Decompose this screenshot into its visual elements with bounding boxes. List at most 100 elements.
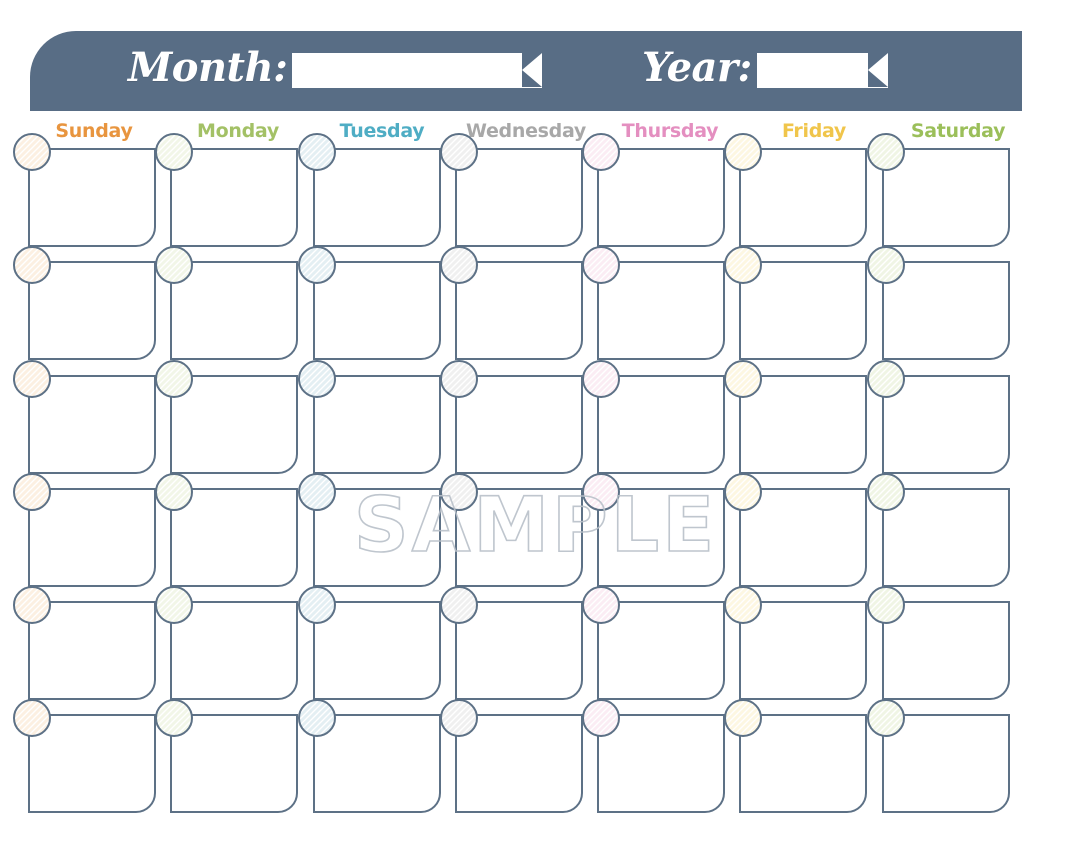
day-cell[interactable] [724, 133, 868, 247]
day-cell[interactable] [866, 699, 1010, 814]
day-number-circle[interactable] [155, 699, 194, 738]
day-cell[interactable] [582, 586, 726, 701]
day-cell[interactable] [297, 699, 441, 814]
calendar-week-row [13, 699, 1024, 820]
day-number-circle[interactable] [13, 586, 51, 625]
day-cell[interactable] [582, 472, 726, 587]
day-cell[interactable] [155, 246, 299, 361]
day-number-circle[interactable] [155, 472, 194, 511]
day-number-circle[interactable] [582, 133, 621, 171]
day-number-circle[interactable] [297, 246, 336, 285]
day-cell[interactable] [439, 246, 583, 361]
day-number-circle[interactable] [724, 246, 763, 285]
day-number-circle[interactable] [582, 359, 621, 398]
day-number-circle[interactable] [866, 586, 905, 625]
day-cell[interactable] [297, 246, 441, 361]
day-number-circle[interactable] [13, 246, 51, 285]
day-number-circle[interactable] [13, 472, 51, 511]
day-cell[interactable] [155, 359, 299, 474]
day-cell[interactable] [439, 359, 583, 474]
day-cell[interactable] [866, 586, 1010, 701]
day-cell[interactable] [582, 359, 726, 474]
day-number-circle[interactable] [439, 586, 478, 625]
day-cell[interactable] [297, 133, 441, 247]
day-cell[interactable] [297, 472, 441, 587]
day-number-label [15, 588, 49, 622]
day-number-circle[interactable] [724, 472, 763, 511]
month-field-group: Month: [128, 31, 543, 111]
day-cell[interactable] [724, 246, 868, 361]
day-number-circle[interactable] [297, 472, 336, 511]
day-number-circle[interactable] [866, 133, 905, 171]
day-cell[interactable] [439, 586, 583, 701]
day-number-circle[interactable] [582, 586, 621, 625]
day-cell[interactable] [297, 586, 441, 701]
day-cell[interactable] [155, 586, 299, 701]
day-cell[interactable] [724, 699, 868, 814]
day-cell[interactable] [13, 699, 156, 814]
day-number-circle[interactable] [155, 586, 194, 625]
day-number-circle[interactable] [724, 699, 763, 738]
day-number-label [869, 701, 903, 735]
day-cell[interactable] [439, 133, 583, 247]
day-number-circle[interactable] [439, 472, 478, 511]
day-number-label [157, 701, 191, 735]
day-number-circle[interactable] [724, 359, 763, 398]
day-cell[interactable] [866, 359, 1010, 474]
day-number-circle[interactable] [439, 359, 478, 398]
day-cell[interactable] [582, 699, 726, 814]
day-cell[interactable] [155, 472, 299, 587]
day-cell[interactable] [724, 586, 868, 701]
day-cell[interactable] [13, 472, 156, 587]
day-number-label [869, 475, 903, 509]
day-number-circle[interactable] [866, 359, 905, 398]
day-number-circle[interactable] [13, 699, 51, 738]
day-cell[interactable] [439, 472, 583, 587]
day-number-circle[interactable] [13, 133, 51, 171]
day-number-label [726, 135, 760, 169]
day-number-circle[interactable] [866, 699, 905, 738]
day-number-circle[interactable] [724, 586, 763, 625]
day-number-label [442, 588, 476, 622]
day-cell[interactable] [13, 133, 156, 247]
day-number-label [300, 362, 334, 396]
day-number-circle[interactable] [866, 246, 905, 285]
day-cell[interactable] [297, 359, 441, 474]
year-ribbon [756, 52, 888, 90]
day-number-circle[interactable] [155, 133, 194, 171]
day-number-label [300, 135, 334, 169]
day-number-circle[interactable] [582, 699, 621, 738]
day-number-circle[interactable] [297, 699, 336, 738]
day-cell[interactable] [866, 472, 1010, 587]
day-cell[interactable] [13, 586, 156, 701]
day-number-circle[interactable] [439, 246, 478, 285]
day-cell[interactable] [582, 246, 726, 361]
month-input[interactable] [298, 52, 519, 90]
day-cell[interactable] [724, 359, 868, 474]
day-number-circle[interactable] [439, 133, 478, 171]
day-cell[interactable] [866, 246, 1010, 361]
day-number-label [584, 475, 618, 509]
calendar-week-row [13, 246, 1024, 367]
day-number-circle[interactable] [155, 246, 194, 285]
weekday-heading-thursday: Thursday [621, 120, 719, 142]
day-cell[interactable] [13, 359, 156, 474]
day-number-circle[interactable] [297, 133, 336, 171]
day-number-circle[interactable] [582, 472, 621, 511]
year-input[interactable] [762, 52, 864, 90]
day-number-circle[interactable] [13, 359, 51, 398]
day-cell[interactable] [155, 133, 299, 247]
day-number-circle[interactable] [155, 359, 194, 398]
day-number-circle[interactable] [439, 699, 478, 738]
day-number-circle[interactable] [724, 133, 763, 171]
day-number-circle[interactable] [866, 472, 905, 511]
day-cell[interactable] [724, 472, 868, 587]
day-cell[interactable] [439, 699, 583, 814]
day-number-circle[interactable] [297, 359, 336, 398]
day-cell[interactable] [13, 246, 156, 361]
day-cell[interactable] [866, 133, 1010, 247]
day-number-circle[interactable] [297, 586, 336, 625]
day-number-circle[interactable] [582, 246, 621, 285]
day-cell[interactable] [582, 133, 726, 247]
day-cell[interactable] [155, 699, 299, 814]
